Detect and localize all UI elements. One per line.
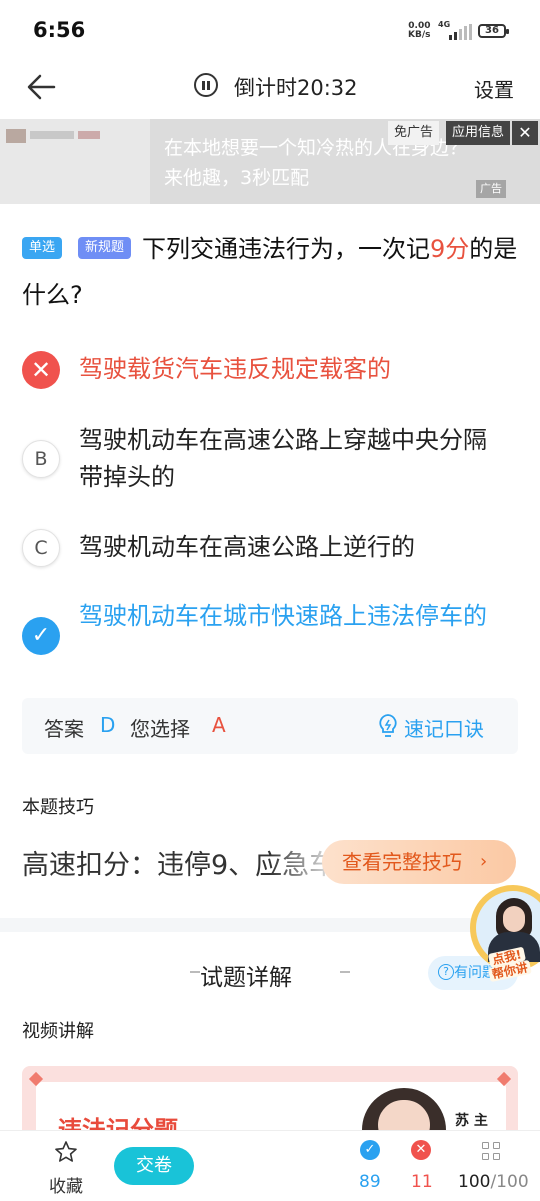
network-speed: 0.00 KB/s [408, 22, 430, 40]
wrong-x-icon: ✕ [411, 1140, 431, 1160]
option-b-text[interactable]: 驾驶机动车在高速公路上穿越中央分隔带掉头的 [79, 422, 509, 496]
battery-icon: 36 [478, 24, 509, 38]
question-mark-icon: ? [438, 964, 454, 980]
new-rule-tag: 新规题 [78, 237, 132, 259]
close-icon[interactable]: ✕ [512, 121, 538, 145]
option-b-circle[interactable]: B [22, 440, 60, 478]
progress-current: 100 [458, 1172, 491, 1192]
question-highlight: 9分 [430, 235, 470, 263]
star-icon[interactable] [54, 1140, 78, 1164]
option-c-circle[interactable]: C [22, 529, 60, 567]
video-section-title: 视频讲解 [22, 1021, 94, 1042]
settings-button[interactable]: 设置 [474, 74, 514, 103]
question-progress[interactable]: 100/100 [458, 1172, 529, 1192]
grid-icon[interactable] [482, 1142, 502, 1162]
avatar-face [503, 906, 525, 932]
explanation-title: 试题详解 [188, 958, 304, 992]
submit-button[interactable]: 交卷 [114, 1147, 194, 1185]
section-divider [0, 918, 540, 932]
countdown-timer: 倒计时20:32 [234, 76, 358, 100]
status-time: 6:56 [33, 18, 86, 42]
pause-icon[interactable] [194, 73, 218, 97]
chevron-right-icon: › [480, 851, 488, 872]
correct-answer: D [100, 713, 116, 737]
option-c-text[interactable]: 驾驶机动车在高速公路上逆行的 [79, 529, 509, 566]
presenter-name: 苏 主 [455, 1113, 488, 1129]
ad-label: 广告 [476, 180, 506, 198]
lightbulb-icon[interactable] [376, 712, 400, 740]
correct-count: 89 [359, 1172, 381, 1192]
check-mark-icon[interactable]: ✓ [22, 617, 60, 655]
selected-answer: A [212, 713, 226, 737]
wrong-count: 11 [411, 1172, 433, 1192]
question-text-main: 下列交通违法行为，一次记 [142, 235, 430, 263]
answer-label: 答案 [44, 717, 84, 741]
back-arrow-icon[interactable] [24, 72, 60, 102]
ad-line-2: 来他趣，3秒匹配 [164, 167, 310, 189]
mnemonic-link[interactable]: 速记口诀 [404, 713, 484, 742]
correct-check-icon: ✓ [360, 1140, 380, 1160]
wrong-mark-icon[interactable]: ✕ [22, 351, 60, 389]
explanation-title-text: 试题详解 [200, 965, 292, 991]
selected-label: 您选择 [130, 717, 190, 741]
app-info-button[interactable]: 应用信息 [446, 121, 511, 145]
ad-thumbnail [0, 119, 150, 204]
title-dash-right [340, 971, 350, 973]
option-d-text[interactable]: 驾驶机动车在城市快速路上违法停车的 [79, 598, 509, 635]
option-a-text[interactable]: 驾驶载货汽车违反规定载客的 [79, 351, 509, 388]
favorite-button[interactable]: 收藏 [49, 1172, 83, 1197]
progress-total: /100 [490, 1172, 529, 1192]
tip-title: 本题技巧 [22, 797, 94, 818]
remove-ad-button[interactable]: 免广告 [388, 121, 440, 145]
single-choice-tag: 单选 [22, 237, 63, 259]
network-speed-unit: KB/s [408, 30, 431, 40]
signal-icon [449, 24, 472, 40]
